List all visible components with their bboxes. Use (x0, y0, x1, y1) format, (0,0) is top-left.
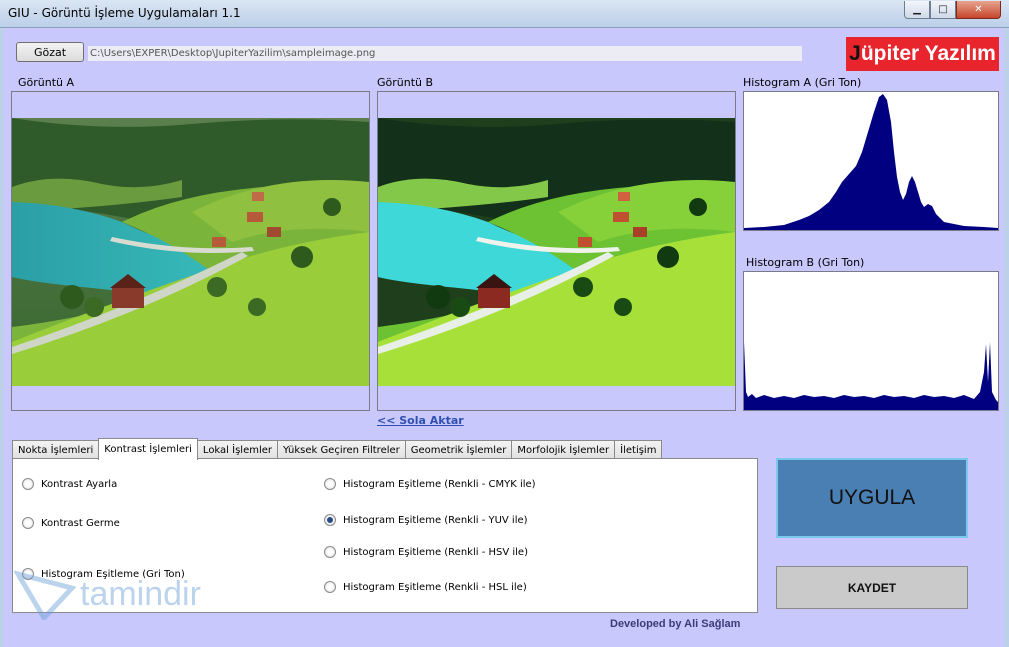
radio-button[interactable] (22, 517, 34, 529)
brand-logo-first-letter: J (849, 42, 861, 65)
image-a-panel (11, 91, 370, 411)
tab-contrast-operations[interactable]: Kontrast İşlemleri (98, 438, 198, 460)
radio-button[interactable] (324, 581, 336, 593)
watermark-arrow-icon (14, 570, 76, 620)
save-button[interactable]: KAYDET (776, 566, 968, 609)
client-area: Gözat C:\Users\EXPER\Desktop\JupiterYazi… (4, 28, 1004, 647)
histogram-a-panel (743, 91, 999, 231)
tab-morphological-operations[interactable]: Morfolojik İşlemler (511, 440, 616, 459)
minimize-button[interactable]: ▁ (904, 1, 930, 19)
move-left-link[interactable]: << Sola Aktar (377, 414, 464, 427)
radio-button-selected[interactable] (324, 514, 336, 526)
radio-label: Histogram Eşitleme (Renkli - HSL ile) (343, 581, 527, 593)
image-b-panel (377, 91, 736, 411)
landscape-image-b (378, 118, 735, 386)
radio-label: Kontrast Germe (41, 517, 120, 529)
developer-credit: Developed by Ali Sağlam (610, 618, 741, 630)
radio-button[interactable] (22, 478, 34, 490)
watermark-text: tamindir (80, 574, 201, 613)
radio-hist-eq-yuv[interactable]: Histogram Eşitleme (Renkli - YUV ile) (324, 514, 528, 526)
histogram-b-chart (744, 342, 998, 410)
image-b-label: Görüntü B (377, 76, 434, 89)
image-a-label: Görüntü A (18, 76, 75, 89)
radio-label: Histogram Eşitleme (Renkli - YUV ile) (343, 514, 528, 526)
radio-button[interactable] (324, 478, 336, 490)
tab-geometric-operations[interactable]: Geometrik İşlemler (404, 440, 513, 459)
watermark: tamindir (14, 568, 201, 620)
histogram-b-panel (743, 271, 999, 411)
histogram-a-chart (744, 94, 998, 230)
radio-hist-eq-cmyk[interactable]: Histogram Eşitleme (Renkli - CMYK ile) (324, 478, 536, 490)
brand-logo-rest: üpiter Yazılım (860, 42, 996, 65)
tab-local-operations[interactable]: Lokal İşlemler (196, 440, 279, 459)
landscape-image-a (12, 118, 369, 386)
radio-label: Histogram Eşitleme (Renkli - HSV ile) (343, 546, 528, 558)
title-bar: GIU - Görüntü İşleme Uygulamaları 1.1 ▁ … (0, 0, 1009, 28)
histogram-a-area (744, 94, 998, 230)
histogram-b-area (744, 342, 998, 410)
window-controls: ▁ □ ✕ (904, 1, 1001, 19)
radio-label: Kontrast Ayarla (41, 478, 118, 490)
radio-contrast-adjust[interactable]: Kontrast Ayarla (22, 478, 117, 490)
maximize-button[interactable]: □ (930, 1, 956, 19)
radio-hist-eq-hsv[interactable]: Histogram Eşitleme (Renkli - HSV ile) (324, 546, 528, 558)
radio-contrast-stretch[interactable]: Kontrast Germe (22, 517, 120, 529)
tab-point-operations[interactable]: Nokta İşlemleri (12, 440, 100, 459)
window-title: GIU - Görüntü İşleme Uygulamaları 1.1 (8, 6, 241, 20)
browse-button[interactable]: Gözat (16, 42, 84, 62)
file-path-field[interactable]: C:\Users\EXPER\Desktop\JupiterYazilim\sa… (88, 46, 802, 61)
window-frame-right (1004, 28, 1009, 647)
brand-logo: Jüpiter Yazılım (846, 37, 999, 71)
radio-button[interactable] (324, 546, 336, 558)
apply-button[interactable]: UYGULA (776, 458, 968, 538)
histogram-a-label: Histogram A (Gri Ton) (743, 76, 862, 89)
tab-contact[interactable]: İletişim (614, 440, 663, 459)
radio-hist-eq-hsl[interactable]: Histogram Eşitleme (Renkli - HSL ile) (324, 581, 527, 593)
tab-high-pass-filters[interactable]: Yüksek Geçiren Filtreler (277, 440, 406, 459)
operation-tabs: Nokta İşlemleri Kontrast İşlemleri Lokal… (12, 438, 663, 460)
radio-label: Histogram Eşitleme (Renkli - CMYK ile) (343, 478, 536, 490)
histogram-b-label: Histogram B (Gri Ton) (746, 256, 865, 269)
close-button[interactable]: ✕ (956, 1, 1001, 19)
